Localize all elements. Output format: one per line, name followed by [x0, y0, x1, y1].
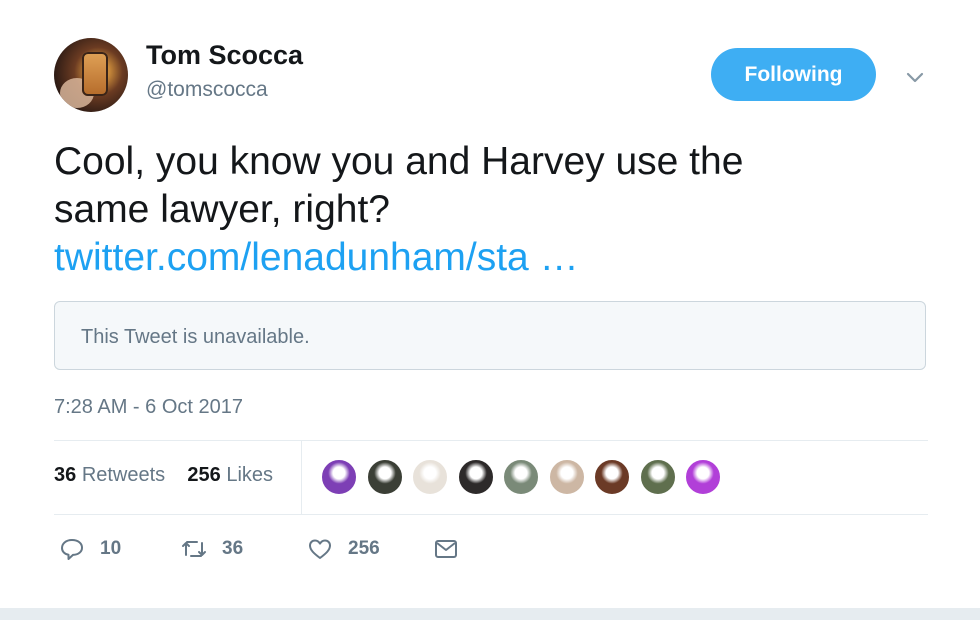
likes-label: Likes: [226, 464, 274, 486]
liker-avatar[interactable]: [457, 458, 495, 496]
likes-count: 256: [187, 464, 221, 486]
likes-stat[interactable]: 256 Likes: [187, 464, 273, 486]
heart-icon: [309, 539, 331, 559]
retweet-count: 36: [222, 538, 244, 559]
liker-avatar[interactable]: [639, 458, 677, 496]
liker-avatar[interactable]: [411, 458, 449, 496]
author-avatar[interactable]: [54, 38, 128, 112]
quoted-tweet-unavailable-text: This Tweet is unavailable.: [81, 326, 310, 348]
reply-count: 10: [100, 538, 122, 559]
retweet-icon: [182, 541, 206, 557]
retweets-label: Retweets: [81, 464, 166, 486]
tweet-text-line-1: Cool, you know you and Harvey use the: [54, 140, 744, 183]
tweet-timestamp[interactable]: 7:28 AM - 6 Oct 2017: [54, 396, 243, 419]
retweet-button[interactable]: 36: [180, 532, 243, 566]
retweets-count: 36: [54, 464, 77, 486]
envelope-icon: [435, 540, 457, 558]
liker-avatar[interactable]: [548, 458, 586, 496]
liker-avatar[interactable]: [502, 458, 540, 496]
stats-divider: [301, 441, 302, 515]
tweet-link[interactable]: twitter.com/lenadunham/sta …: [54, 234, 914, 282]
avatar-phone: [82, 52, 108, 96]
reply-icon: [61, 539, 83, 560]
liker-avatar[interactable]: [366, 458, 404, 496]
divider-bottom: [54, 514, 928, 515]
like-button[interactable]: 256: [306, 532, 380, 566]
liker-avatar[interactable]: [320, 458, 358, 496]
liker-avatar[interactable]: [593, 458, 631, 496]
tweet-menu-button[interactable]: [902, 64, 928, 90]
divider-top: [54, 440, 928, 441]
like-count: 256: [348, 538, 380, 559]
direct-message-button[interactable]: [432, 532, 460, 566]
author-name[interactable]: Tom Scocca: [146, 40, 303, 71]
tweet-text: Cool, you know you and Harvey use the sa…: [54, 138, 914, 282]
chevron-down-icon: [906, 72, 924, 83]
tweet-text-line-2: same lawyer, right?: [54, 188, 390, 231]
author-handle[interactable]: @tomscocca: [146, 78, 268, 102]
following-button[interactable]: Following: [711, 48, 876, 101]
tweet-stats: 36 Retweets 256 Likes: [54, 464, 273, 487]
bottom-divider: [0, 608, 980, 620]
reply-button[interactable]: 10: [58, 532, 121, 566]
liker-avatar[interactable]: [684, 458, 722, 496]
retweets-stat[interactable]: 36 Retweets: [54, 464, 165, 486]
quoted-tweet-card[interactable]: This Tweet is unavailable.: [54, 301, 926, 370]
